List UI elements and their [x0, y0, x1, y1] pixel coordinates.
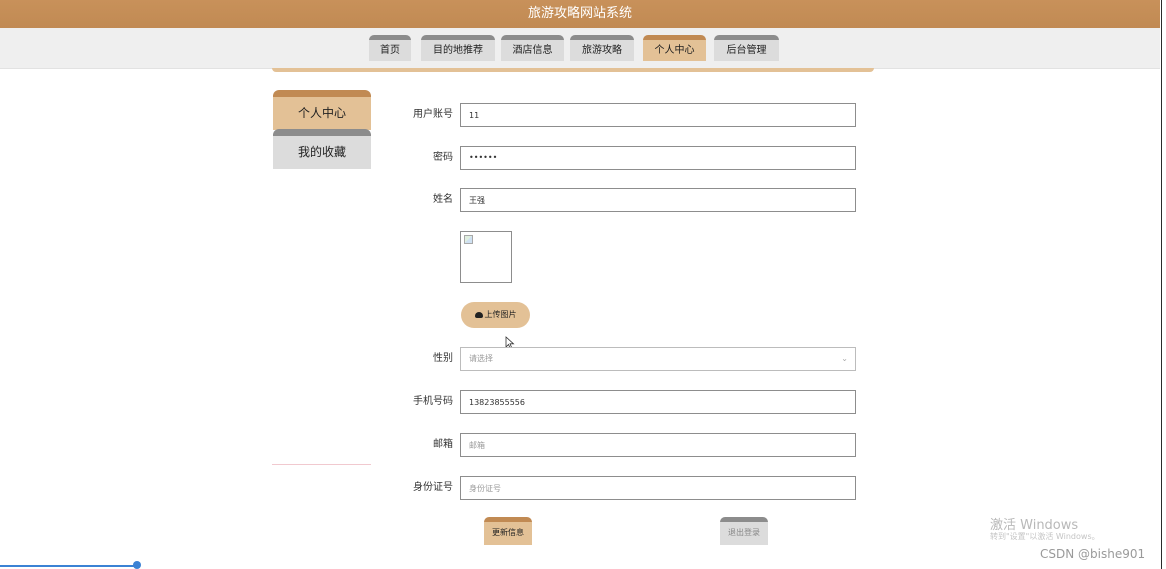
- update-info-button[interactable]: 更新信息: [484, 517, 532, 545]
- gender-select[interactable]: 请选择 ⌄: [460, 347, 856, 371]
- taskbar-dot: [133, 561, 141, 569]
- nav-tab-admin[interactable]: 后台管理: [714, 35, 779, 61]
- password-label: 密码: [433, 152, 453, 163]
- avatar-preview: [460, 231, 512, 283]
- upload-image-label: 上传图片: [484, 310, 517, 319]
- site-title: 旅游攻略网站系统: [527, 6, 632, 21]
- window-edge: [1161, 0, 1162, 569]
- windows-activation-hint: 转到"设置"以激活 Windows。: [990, 532, 1100, 541]
- nav-tab-destinations[interactable]: 目的地推荐: [421, 35, 495, 61]
- nav-tab-personal-center[interactable]: 个人中心: [643, 35, 706, 61]
- cloud-upload-icon: [474, 312, 483, 318]
- phone-label: 手机号码: [413, 396, 453, 407]
- chevron-down-icon: ⌄: [841, 354, 848, 363]
- page: 旅游攻略网站系统 首页 目的地推荐 酒店信息 旅游攻略 个人中心 后台管理 个人…: [0, 0, 1166, 569]
- account-label: 用户账号: [413, 109, 453, 120]
- phone-input[interactable]: [460, 390, 856, 414]
- email-label: 邮箱: [433, 439, 453, 450]
- sidebar-item-personal-center[interactable]: 个人中心: [273, 90, 371, 130]
- id-card-input[interactable]: [460, 476, 856, 500]
- account-input[interactable]: [460, 103, 856, 127]
- broken-image-icon: [464, 235, 473, 244]
- id-card-label: 身份证号: [413, 482, 453, 493]
- upload-image-button[interactable]: 上传图片: [461, 302, 530, 328]
- nav-tab-home[interactable]: 首页: [369, 35, 411, 61]
- gender-label: 性别: [433, 353, 453, 364]
- nav-tab-hotels[interactable]: 酒店信息: [501, 35, 564, 61]
- sidebar-bottom-divider: [272, 464, 371, 465]
- password-input[interactable]: ••••••: [460, 146, 856, 170]
- main-nav: 首页 目的地推荐 酒店信息 旅游攻略 个人中心 后台管理: [0, 28, 1160, 69]
- name-input[interactable]: [460, 188, 856, 212]
- name-label: 姓名: [433, 194, 453, 205]
- nav-divider: [272, 68, 874, 72]
- csdn-credit: CSDN @bishe901: [1040, 547, 1146, 561]
- nav-tab-guides[interactable]: 旅游攻略: [570, 35, 634, 61]
- gender-select-placeholder: 请选择: [469, 354, 493, 363]
- logout-button[interactable]: 退出登录: [720, 517, 768, 545]
- sidebar-item-favorites[interactable]: 我的收藏: [273, 129, 371, 169]
- site-title-bar: 旅游攻略网站系统: [0, 0, 1160, 28]
- email-input[interactable]: [460, 433, 856, 457]
- taskbar-progress-line: [0, 565, 140, 567]
